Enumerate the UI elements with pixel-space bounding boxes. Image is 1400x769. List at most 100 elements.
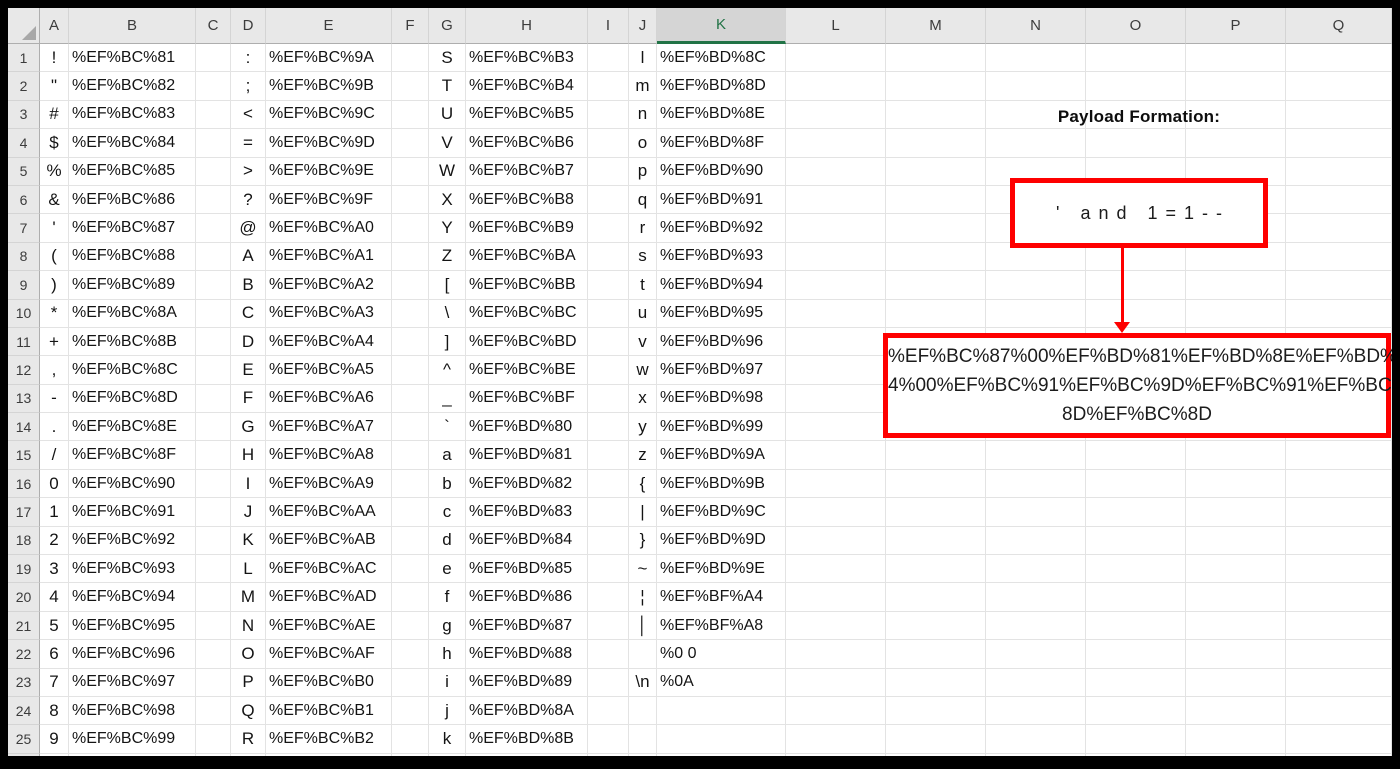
cell-Q23[interactable] [1286, 668, 1392, 697]
cell-L13[interactable] [786, 384, 886, 414]
cell-H12[interactable]: %EF%BC%BE [466, 356, 588, 385]
column-header-K[interactable]: K [657, 8, 786, 44]
row-header-2[interactable]: 2 [8, 72, 40, 101]
column-header-A[interactable]: A [40, 8, 69, 44]
cell-K8[interactable]: %EF%BD%93 [657, 242, 786, 272]
cell-H15[interactable]: %EF%BD%81 [466, 441, 588, 470]
cell-F11[interactable] [392, 327, 429, 357]
cell-E7[interactable]: %EF%BC%A0 [266, 214, 392, 243]
cell-N9[interactable] [986, 271, 1086, 300]
column-header-L[interactable]: L [786, 8, 886, 44]
cell-F23[interactable] [392, 668, 429, 697]
cell-Q12[interactable] [1286, 356, 1392, 385]
cell-P23[interactable] [1186, 668, 1286, 697]
cell-H16[interactable]: %EF%BD%82 [466, 469, 588, 499]
column-header-C[interactable]: C [196, 8, 231, 44]
cell-O2[interactable] [1086, 72, 1186, 101]
row-header-3[interactable]: 3 [8, 100, 40, 130]
cell-M17[interactable] [886, 498, 986, 527]
cell-Q22[interactable] [1286, 640, 1392, 669]
cell-K5[interactable]: %EF%BD%90 [657, 157, 786, 186]
cell-C22[interactable] [196, 640, 231, 669]
cell-Q7[interactable] [1286, 214, 1392, 243]
cell-A12[interactable]: , [40, 356, 69, 385]
row-header-18[interactable]: 18 [8, 526, 40, 556]
cell-Q2[interactable] [1286, 72, 1392, 101]
cell-O14[interactable] [1086, 413, 1186, 442]
cell-L18[interactable] [786, 526, 886, 556]
cell-H23[interactable]: %EF%BD%89 [466, 668, 588, 697]
cell-E20[interactable]: %EF%BC%AD [266, 583, 392, 612]
cell-C26[interactable] [196, 753, 231, 756]
cell-D19[interactable]: L [231, 555, 266, 584]
cell-I24[interactable] [588, 696, 629, 726]
cell-J12[interactable]: w [629, 356, 657, 385]
cell-J2[interactable]: m [629, 72, 657, 101]
cell-I15[interactable] [588, 441, 629, 470]
cell-E18[interactable]: %EF%BC%AB [266, 526, 392, 556]
cell-A3[interactable]: # [40, 100, 69, 130]
cell-A11[interactable]: + [40, 327, 69, 357]
cell-I4[interactable] [588, 129, 629, 158]
cell-G14[interactable]: ` [429, 413, 466, 442]
cell-K2[interactable]: %EF%BD%8D [657, 72, 786, 101]
cell-C16[interactable] [196, 469, 231, 499]
cell-O3[interactable] [1086, 100, 1186, 130]
cell-C3[interactable] [196, 100, 231, 130]
cell-A17[interactable]: 1 [40, 498, 69, 527]
cell-J23[interactable]: \n [629, 668, 657, 697]
cell-N3[interactable] [986, 100, 1086, 130]
cell-B24[interactable]: %EF%BC%98 [69, 696, 196, 726]
cell-E25[interactable]: %EF%BC%B2 [266, 725, 392, 754]
cell-J10[interactable]: u [629, 299, 657, 328]
cell-G5[interactable]: W [429, 157, 466, 186]
cell-G15[interactable]: a [429, 441, 466, 470]
cell-O23[interactable] [1086, 668, 1186, 697]
cell-L17[interactable] [786, 498, 886, 527]
cell-B6[interactable]: %EF%BC%86 [69, 185, 196, 215]
cell-I18[interactable] [588, 526, 629, 556]
cell-H26[interactable] [466, 753, 588, 756]
cell-G7[interactable]: Y [429, 214, 466, 243]
cell-P14[interactable] [1186, 413, 1286, 442]
cell-G8[interactable]: Z [429, 242, 466, 272]
cell-J20[interactable]: ¦ [629, 583, 657, 612]
cell-M18[interactable] [886, 526, 986, 556]
cell-E10[interactable]: %EF%BC%A3 [266, 299, 392, 328]
cell-H4[interactable]: %EF%BC%B6 [466, 129, 588, 158]
row-header-8[interactable]: 8 [8, 242, 40, 272]
row-header-12[interactable]: 12 [8, 356, 40, 385]
cell-B5[interactable]: %EF%BC%85 [69, 157, 196, 186]
cell-I8[interactable] [588, 242, 629, 272]
cell-F10[interactable] [392, 299, 429, 328]
cell-I21[interactable] [588, 611, 629, 641]
cell-B16[interactable]: %EF%BC%90 [69, 469, 196, 499]
cell-L5[interactable] [786, 157, 886, 186]
cell-H19[interactable]: %EF%BD%85 [466, 555, 588, 584]
select-all-button[interactable] [8, 8, 40, 44]
cell-B1[interactable]: %EF%BC%81 [69, 44, 196, 73]
cell-O22[interactable] [1086, 640, 1186, 669]
cell-J17[interactable]: | [629, 498, 657, 527]
cell-M9[interactable] [886, 271, 986, 300]
cell-L1[interactable] [786, 44, 886, 73]
cell-J19[interactable]: ~ [629, 555, 657, 584]
cell-F16[interactable] [392, 469, 429, 499]
cell-P12[interactable] [1186, 356, 1286, 385]
cell-J4[interactable]: o [629, 129, 657, 158]
cell-G25[interactable]: k [429, 725, 466, 754]
cell-I7[interactable] [588, 214, 629, 243]
cell-E17[interactable]: %EF%BC%AA [266, 498, 392, 527]
cell-E11[interactable]: %EF%BC%A4 [266, 327, 392, 357]
cell-M21[interactable] [886, 611, 986, 641]
cell-N5[interactable] [986, 157, 1086, 186]
cell-Q20[interactable] [1286, 583, 1392, 612]
cell-A1[interactable]: ! [40, 44, 69, 73]
cell-Q6[interactable] [1286, 185, 1392, 215]
cell-C18[interactable] [196, 526, 231, 556]
cell-P24[interactable] [1186, 696, 1286, 726]
cell-I2[interactable] [588, 72, 629, 101]
cell-D3[interactable]: < [231, 100, 266, 130]
cell-H2[interactable]: %EF%BC%B4 [466, 72, 588, 101]
cell-I22[interactable] [588, 640, 629, 669]
